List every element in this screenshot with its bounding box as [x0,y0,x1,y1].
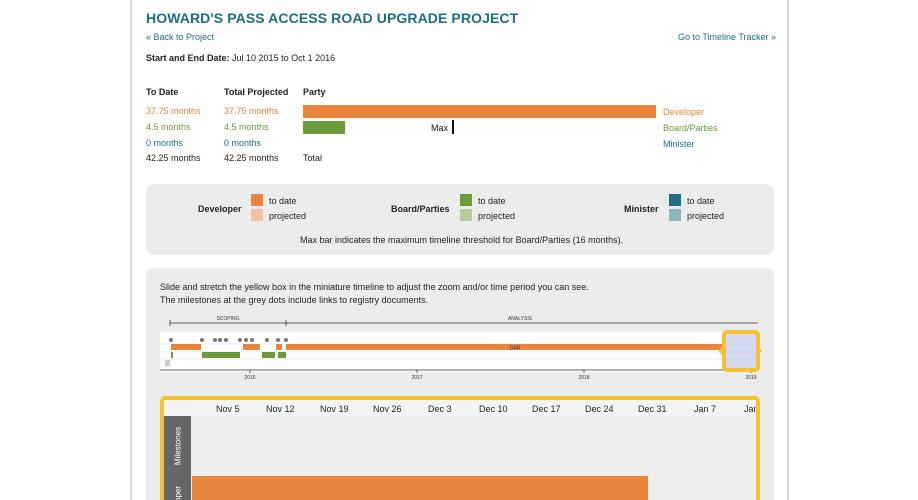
legend-developer-projected-swatch [251,209,263,221]
milestone-dot [218,338,222,342]
zoomed-timeline[interactable]: Milestones oper [160,396,760,500]
board-to-date: 4.5 months [146,122,191,132]
developer-duration-bar [303,105,656,118]
zoomed-date-header [164,400,756,416]
milestone-dot [244,338,248,342]
developer-segment [243,344,260,350]
legend-developer-to-date-swatch [251,194,263,206]
milestone-dot [200,338,204,342]
page-frame-left [130,0,132,500]
date-label: Jan [744,404,756,414]
legend-minister-projected-swatch [669,209,681,221]
dar-label: DAR [510,346,521,352]
max-threshold-marker [452,120,454,134]
legend-minister-label: Minister [624,204,659,214]
max-label: Max [431,123,449,133]
board-segment [278,352,286,358]
legend-developer-projected: projected [269,211,307,221]
developer-party-label: Developer [663,107,705,117]
developer-zoomed-bar [192,476,648,500]
year-label-2017: 2017 [411,375,422,381]
row-label-milestones: Milestones [164,416,191,476]
timeline-tracker-link[interactable]: Go to Timeline Tracker » [678,32,776,42]
board-segment [202,352,240,358]
date-label: Dec 3 [428,404,452,414]
page-frame-right [787,0,789,500]
zoom-handle-left-icon[interactable] [718,346,723,356]
minister-to-date: 0 months [146,138,184,148]
legend-developer-to-date: to date [269,196,297,206]
total-projected: 42.25 months [224,153,279,163]
legend-minister-to-date-swatch [669,194,681,206]
row-label-developer: oper [164,476,191,500]
developer-to-date: 37.75 months [146,106,201,116]
milestone-dot [213,338,217,342]
developer-total: 37.75 months [224,106,279,116]
dates-label: Start and End Date: [146,53,230,63]
legend-note: Max bar indicates the maximum timeline t… [300,235,624,245]
legend-board-projected: projected [478,211,516,221]
date-label: Dec 10 [479,404,508,414]
milestone-dot [284,338,288,342]
row-label-developer-text: oper [173,485,183,500]
year-label-2019: 2019 [745,375,756,381]
zoom-selection-box[interactable] [722,330,760,372]
row-label-milestones-text: Milestones [173,426,183,466]
legend-board-to-date-swatch [460,194,472,206]
legend-board-to-date: to date [478,196,506,206]
date-label: Nov 26 [373,404,402,414]
date-label: Nov 19 [320,404,349,414]
legend-minister-to-date: to date [687,196,715,206]
total-to-date: 42.25 months [146,153,201,163]
col-header-to-date: To Date [146,87,179,97]
legend-board-label: Board/Parties [391,204,450,214]
milestone-dot [238,338,242,342]
project-dates: Start and End Date: Jul 10 2015 to Oct 1… [146,53,335,63]
board-segment [171,352,173,358]
date-label: Nov 5 [216,404,240,414]
board-party-label: Board/Parties [663,123,718,133]
minister-segment [165,360,170,366]
page-title: HOWARD'S PASS ACCESS ROAD UPGRADE PROJEC… [146,10,519,26]
back-to-project-link[interactable]: « Back to Project [146,32,214,42]
date-label: Dec 31 [638,404,667,414]
date-label: Nov 12 [266,404,295,414]
legend-board-projected-swatch [460,209,472,221]
date-label: Dec 17 [532,404,561,414]
col-header-party: Party [303,87,326,97]
phase-scoping-label: SCOPING [216,316,239,322]
date-label: Jan 7 [694,404,717,414]
milestone-dot [265,338,269,342]
milestone-dot [224,338,228,342]
developer-segment [286,344,726,350]
milestone-dot [250,338,254,342]
total-label: Total [303,153,323,163]
year-label-2018: 2018 [578,375,589,381]
col-header-total: Total Projected [224,87,289,97]
minister-total: 0 months [224,138,262,148]
date-label: Dec 24 [585,404,614,414]
developer-segment [276,344,282,350]
zoom-handle-right-icon[interactable] [757,346,762,356]
minister-party-label: Minister [663,139,695,149]
mini-timeline[interactable]: SCOPING ANALYSIS DAR 2016 2017 2018 2019 [160,312,764,384]
legend-developer-label: Developer [198,204,242,214]
year-label-2016: 2016 [244,375,255,381]
milestone-dot [276,338,280,342]
board-total: 4.5 months [224,122,269,132]
developer-segment [171,344,201,350]
milestones-row [191,416,756,476]
legend-minister-projected: projected [687,211,725,221]
timeline-instructions-2: The milestones at the grey dots include … [160,295,429,305]
board-duration-bar [303,121,345,134]
milestone-dot [169,338,173,342]
phase-analysis-label: ANALYSIS [508,316,533,322]
dates-value: Jul 10 2015 to Oct 1 2016 [232,53,336,63]
timeline-instructions-1: Slide and stretch the yellow box in the … [160,282,589,292]
board-segment [262,352,275,358]
